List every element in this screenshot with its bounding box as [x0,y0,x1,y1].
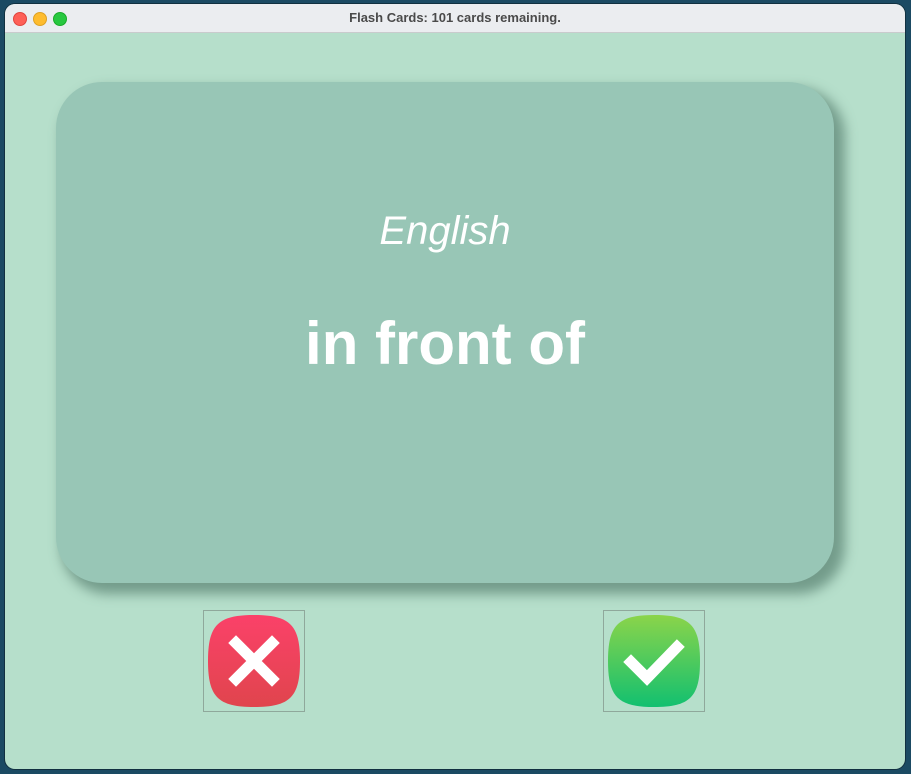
correct-answer-button[interactable] [603,610,705,712]
wrong-answer-button[interactable] [203,610,305,712]
window-title: Flash Cards: 101 cards remaining. [349,10,561,25]
x-mark-icon [208,615,300,707]
title-bar[interactable]: Flash Cards: 101 cards remaining. [5,4,905,33]
card-word: in front of [305,310,585,377]
app-window: Flash Cards: 101 cards remaining. Englis… [5,4,905,769]
checkmark-icon [608,615,700,707]
flash-card[interactable]: English in front of [56,82,834,583]
card-language-label: English [379,209,511,253]
